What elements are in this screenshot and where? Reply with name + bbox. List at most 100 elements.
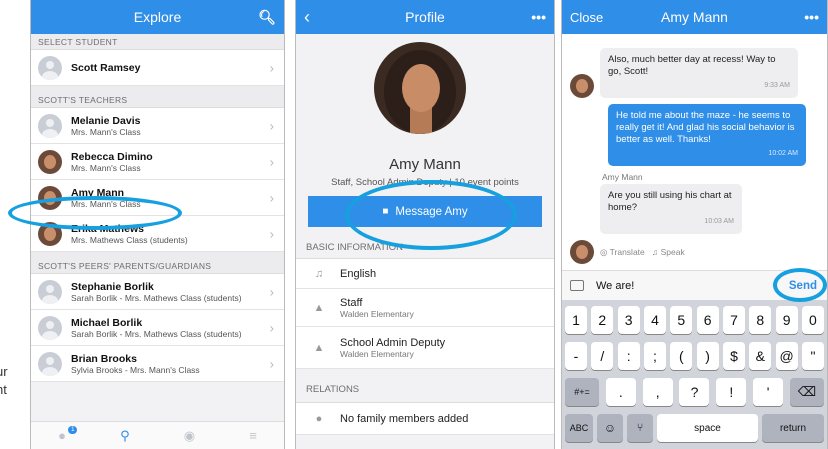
key[interactable]: ) [696, 342, 719, 370]
contact-class: Sarah Borlik - Mrs. Mathews Class (stude… [71, 292, 242, 303]
avatar [38, 113, 62, 138]
contact-class: Sylvia Brooks - Mrs. Mann's Class [71, 364, 200, 375]
space-key[interactable]: space [657, 414, 758, 442]
section-header-relations: RELATIONS [296, 377, 554, 403]
message-time: 9:33 AM [764, 82, 790, 89]
search-icon[interactable]: 🔍︎ [258, 0, 276, 34]
key[interactable]: : [617, 342, 640, 370]
backspace-icon[interactable]: ⌫ [789, 378, 824, 406]
microphone-icon[interactable]: ⑂ [627, 414, 653, 442]
more-options-icon[interactable]: ••• [804, 0, 819, 34]
avatar [570, 74, 594, 98]
key[interactable]: 6 [696, 306, 719, 334]
back-chevron-icon[interactable]: ‹ [304, 0, 310, 34]
explore-navbar: Explore 🔍︎ [31, 0, 284, 34]
cropped-text: nt [0, 382, 7, 397]
key[interactable]: @ [775, 342, 798, 370]
chat-thread[interactable]: Also, much better day at recess! Way to … [562, 34, 827, 270]
key[interactable]: " [801, 342, 824, 370]
emoji-icon[interactable]: ☺ [597, 414, 623, 442]
chat-title: Amy Mann [661, 9, 728, 25]
list-item-scott-ramsey[interactable]: Scott Ramsey › [31, 50, 284, 86]
profile-name: Amy Mann [389, 156, 461, 173]
message-incoming: Are you still using his chart at home? 1… [600, 184, 742, 234]
return-key[interactable]: return [762, 414, 824, 442]
section-header-select-student: SELECT STUDENT [31, 34, 284, 50]
info-row-language: ♫ English [296, 259, 554, 289]
key[interactable]: 7 [722, 306, 745, 334]
key[interactable]: 1 [565, 306, 587, 334]
avatar [570, 240, 594, 264]
key[interactable]: & [749, 342, 772, 370]
chevron-right-icon: › [269, 356, 274, 371]
key[interactable]: 2 [591, 306, 614, 334]
keyboard-row: - / : ; ( ) $ & @ " [565, 342, 824, 370]
key[interactable]: 3 [617, 306, 640, 334]
list-item-stephanie-borlik[interactable]: Stephanie Borlik Sarah Borlik - Mrs. Math… [31, 274, 284, 310]
highlight-ellipse [773, 268, 827, 302]
message-text: He told me about the maze - he seems to … [616, 110, 795, 145]
key[interactable]: $ [722, 342, 745, 370]
key[interactable]: ' [753, 378, 784, 406]
profile-photo [374, 42, 466, 134]
message-time: 10:02 AM [768, 150, 798, 157]
contact-class: Mrs. Mathews Class (students) [71, 234, 188, 245]
tab-home[interactable]: ● 1 [58, 426, 78, 443]
translate-link[interactable]: Translate [610, 247, 645, 257]
info-main: Staff [340, 296, 363, 309]
chevron-right-icon: › [269, 118, 274, 133]
key[interactable]: ? [679, 378, 710, 406]
notification-badge: 1 [68, 426, 78, 434]
contact-name: Scott Ramsey [71, 61, 141, 74]
message-sender: Amy Mann [602, 172, 643, 182]
contact-name: Brian Brooks [71, 352, 137, 365]
abc-key[interactable]: ABC [565, 414, 593, 442]
info-sub: Walden Elementary [340, 348, 414, 359]
close-button[interactable]: Close [570, 0, 603, 34]
info-row-admin-deputy: ▲ School Admin Deputy Walden Elementary [296, 327, 554, 369]
speak-link[interactable]: Speak [661, 247, 685, 257]
highlight-ellipse [8, 196, 182, 230]
key[interactable]: 0 [801, 306, 824, 334]
speak-icon: ♫ [314, 267, 324, 280]
list-item-rebecca-dimino[interactable]: Rebecca Dimino Mrs. Mann's Class › [31, 144, 284, 180]
key[interactable]: 4 [643, 306, 666, 334]
chat-screen: Close Amy Mann ••• Also, much better day… [561, 0, 828, 449]
key[interactable]: / [591, 342, 614, 370]
home-icon: ● [58, 428, 66, 443]
key[interactable]: . [605, 378, 636, 406]
key[interactable]: 8 [749, 306, 772, 334]
avatar [38, 149, 62, 174]
hamburger-menu-icon: ≡ [249, 428, 257, 443]
key[interactable]: 5 [670, 306, 693, 334]
message-text: Are you still using his chart at home? [608, 190, 732, 213]
list-item-brian-brooks[interactable]: Brian Brooks Sylvia Brooks - Mrs. Mann's … [31, 346, 284, 382]
key[interactable]: ( [670, 342, 693, 370]
list-item-melanie-davis[interactable]: Melanie Davis Mrs. Mann's Class › [31, 108, 284, 144]
tab-messages[interactable]: ◉ [184, 428, 195, 444]
key[interactable]: ; [643, 342, 666, 370]
contact-name: Michael Borlik [71, 316, 143, 329]
globe-icon: ◎ [600, 247, 608, 257]
relations-text: No family members added [340, 412, 469, 425]
chevron-right-icon: › [269, 154, 274, 169]
key[interactable]: 9 [775, 306, 798, 334]
list-item-michael-borlik[interactable]: Michael Borlik Sarah Borlik - Mrs. Mathew… [31, 310, 284, 346]
symbols-key[interactable]: #+= [565, 378, 599, 406]
tab-menu[interactable]: ≡ [249, 428, 257, 443]
image-icon[interactable] [570, 280, 584, 291]
person-icon: ● [315, 412, 323, 425]
tab-explore[interactable]: ⚲ [120, 428, 130, 444]
contact-name: Melanie Davis [71, 114, 141, 127]
keyboard: 1 2 3 4 5 6 7 8 9 0 - / : ; ( ) $ & @ " … [562, 300, 827, 449]
key[interactable]: - [565, 342, 587, 370]
graduation-cap-icon: ▲ [313, 341, 325, 354]
message-input[interactable]: We are! [596, 280, 789, 292]
contact-name: Stephanie Borlik [71, 280, 154, 293]
key[interactable]: , [642, 378, 673, 406]
chevron-right-icon: › [269, 226, 274, 241]
section-header-peers-parents: SCOTT'S PEERS' PARENTS/GUARDIANS [31, 252, 284, 274]
info-main: English [340, 267, 377, 280]
more-options-icon[interactable]: ••• [531, 0, 546, 34]
key[interactable]: ! [716, 378, 747, 406]
